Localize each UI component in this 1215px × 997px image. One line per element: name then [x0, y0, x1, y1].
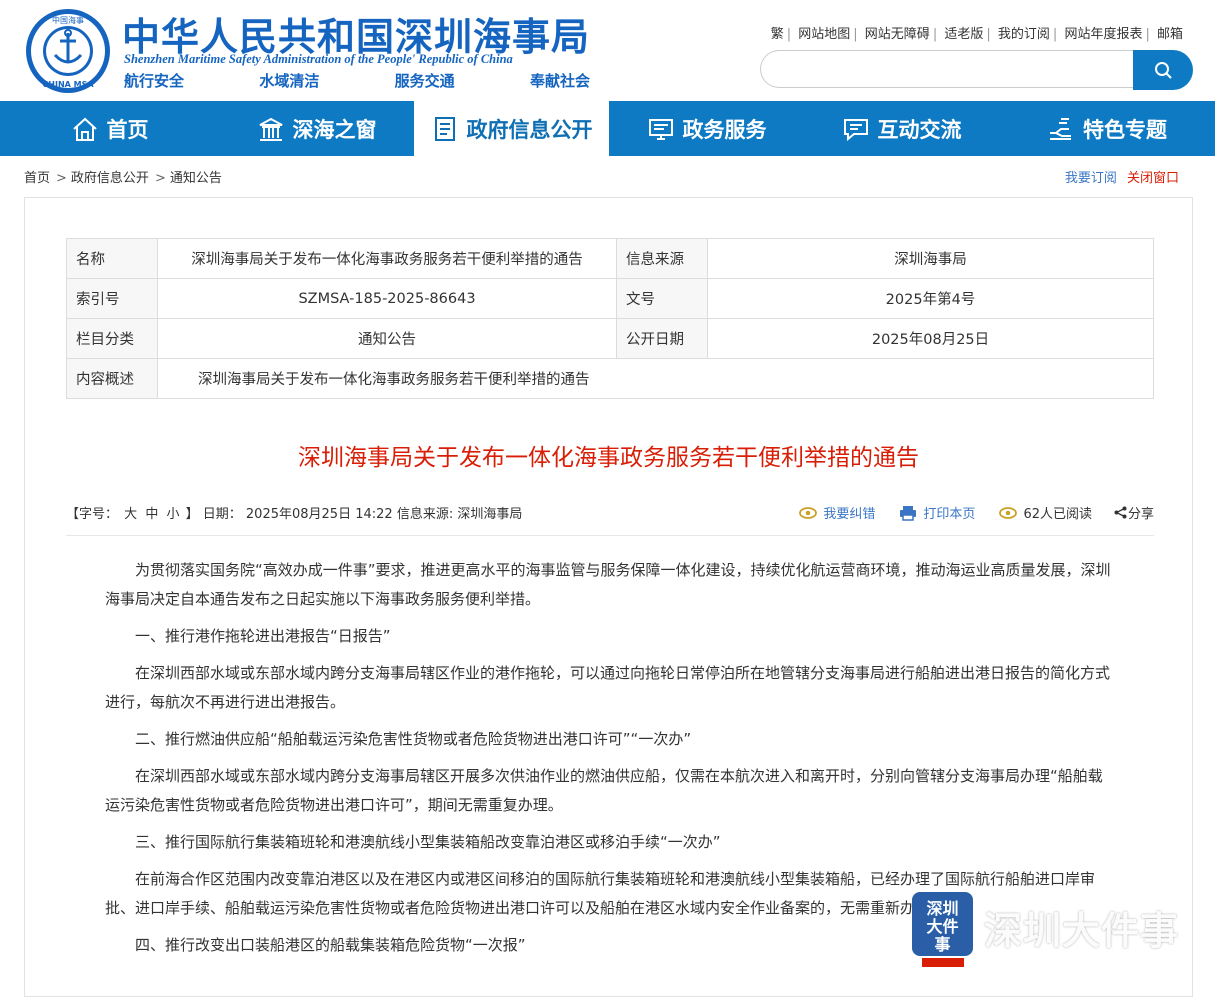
breadcrumb-notices[interactable]: 通知公告: [170, 171, 222, 186]
share-button[interactable]: 分享: [1114, 503, 1154, 522]
search-button[interactable]: [1133, 50, 1193, 90]
emblem-bottom-text: CHINA MSA: [42, 80, 94, 89]
chat-icon: [843, 118, 868, 141]
index-label: 索引号: [66, 278, 158, 319]
emblem-top-text: 中国海事: [52, 15, 84, 25]
section-heading: 二、推行燃油供应船“船舶载运污染危害性货物或者危险货物进出港口许可”“一次办”: [135, 730, 692, 748]
monitor-icon: [648, 118, 673, 140]
share-icon: [1114, 506, 1127, 519]
divider: [66, 535, 1154, 536]
font-size-label: 【字号：: [66, 507, 119, 522]
print-button[interactable]: 打印本页: [899, 503, 975, 522]
link-annual-report[interactable]: 网站年度报表: [1064, 27, 1142, 42]
summary-value: 深圳海事局关于发布一体化海事政务服务若干便利举措的通告: [157, 358, 1154, 399]
breadcrumb-gov-info[interactable]: 政府信息公开: [71, 171, 149, 186]
slogan: 航行安全: [124, 72, 185, 90]
nav-label: 政务服务: [682, 117, 767, 142]
read-count: 62人已阅读: [999, 503, 1092, 522]
font-size-medium[interactable]: 中: [145, 507, 158, 522]
search-box: [760, 50, 1193, 90]
paragraph: 为贯彻落实国务院“高效办成一件事”要求，推进更高水平的海事监管与服务保障一体化建…: [105, 561, 1111, 608]
link-sitemap[interactable]: 网站地图: [798, 27, 850, 42]
font-size-end: 】: [185, 507, 199, 522]
nav-services[interactable]: 政务服务: [609, 101, 804, 156]
date-value: 2025年08月25日: [707, 318, 1154, 359]
nav-label: 首页: [106, 117, 149, 142]
nav-label: 互动交流: [877, 117, 962, 142]
eye-icon: [799, 506, 818, 519]
slogans: 航行安全 水域清洁 服务交通 奉献社会: [124, 70, 590, 91]
nav-label: 政府信息公开: [466, 117, 593, 142]
home-icon: [72, 117, 97, 141]
nav-window[interactable]: 深海之窗: [219, 101, 414, 156]
link-mailbox[interactable]: 邮箱: [1157, 27, 1183, 42]
slogan: 奉献社会: [529, 72, 590, 90]
link-accessibility[interactable]: 网站无障碍: [865, 27, 930, 42]
breadcrumb: 首页 > 政府信息公开 > 通知公告: [24, 171, 222, 186]
breadcrumb-actions: 我要订阅 关闭窗口: [1065, 167, 1179, 186]
share-label: 分享: [1127, 507, 1154, 522]
main-nav: 首页 深海之窗 政府信息公开 政务服务 互动交流 特色专题: [0, 101, 1215, 156]
read-count-label: 62人已阅读: [1023, 507, 1092, 522]
slogan: 服务交通: [394, 72, 455, 90]
name-label: 名称: [66, 238, 158, 279]
article-source: 信息来源: 深圳海事局: [396, 507, 523, 522]
nav-label: 深海之窗: [292, 117, 377, 142]
correction-label: 我要纠错: [823, 507, 876, 522]
link-elderly[interactable]: 适老版: [944, 27, 983, 42]
nav-interaction[interactable]: 互动交流: [804, 101, 999, 156]
article-container: 名称 深圳海事局关于发布一体化海事政务服务若干便利举措的通告 信息来源 深圳海事…: [24, 197, 1193, 997]
index-value: SZMSA-185-2025-86643: [157, 278, 617, 319]
watermark-logo: 深圳大件事: [912, 892, 973, 967]
eye-icon: [999, 506, 1018, 519]
correction-button[interactable]: 我要纠错: [799, 503, 875, 522]
watermark-logo-text: 深圳大件事: [926, 899, 959, 954]
article-title: 深圳海事局关于发布一体化海事政务服务若干便利举措的通告: [298, 445, 919, 471]
slogan: 水域清洁: [259, 72, 320, 90]
metadata-table: 名称 深圳海事局关于发布一体化海事政务服务若干便利举措的通告 信息来源 深圳海事…: [66, 238, 1154, 399]
watermark: 深圳大件事 深圳大件事: [912, 890, 1202, 967]
date-label: 公开日期: [616, 318, 708, 359]
section-heading: 一、推行港作拖轮进出港报告“日报告”: [135, 627, 391, 645]
source-value: 深圳海事局: [707, 238, 1154, 279]
category-value: 通知公告: [157, 318, 617, 359]
article-info-bar: 【字号： 大 中 小 】 日期： 2025年08月25日 14:22 信息来源:…: [66, 503, 1154, 523]
print-label: 打印本页: [923, 507, 976, 522]
summary-label: 内容概述: [66, 358, 158, 399]
paragraph: 在深圳西部水域或东部水域内跨分支海事局辖区开展多次供油作业的燃油供应船，仅需在本…: [105, 767, 1103, 814]
site-header: 中国海事 CHINA MSA 中华人民共和国深圳海事局 Shenzhen Mar…: [0, 0, 1215, 101]
hand-icon: [1050, 117, 1071, 140]
nav-home[interactable]: 首页: [0, 101, 219, 156]
search-icon: [1155, 62, 1172, 79]
document-icon: [434, 116, 455, 141]
article-meta-left: 【字号： 大 中 小 】 日期： 2025年08月25日 14:22 信息来源:…: [66, 503, 522, 522]
top-links: 繁 | 网站地图 | 网站无障碍 | 适老版 | 我的订阅 | 网站年度报表 | 邮箱: [770, 27, 1183, 42]
source-label: 信息来源: [616, 238, 708, 279]
printer-icon: [900, 505, 917, 521]
link-subscription[interactable]: 我的订阅: [998, 27, 1050, 42]
docno-label: 文号: [616, 278, 708, 319]
font-size-large[interactable]: 大: [124, 507, 137, 522]
nav-label: 特色专题: [1083, 117, 1167, 142]
link-traditional[interactable]: 繁: [771, 27, 784, 42]
docno-value: 2025年第4号: [707, 278, 1154, 319]
site-subtitle: Shenzhen Maritime Safety Administration …: [124, 52, 513, 66]
font-size-small[interactable]: 小: [166, 507, 179, 522]
search-input[interactable]: [760, 50, 1135, 88]
publish-date: 日期： 2025年08月25日 14:22: [202, 507, 393, 522]
msa-emblem-icon[interactable]: 中国海事 CHINA MSA: [24, 7, 112, 95]
nav-topics[interactable]: 特色专题: [999, 101, 1215, 156]
section-heading: 三、推行国际航行集装箱班轮和港澳航线小型集装箱船改变靠泊港区或移泊手续“一次办”: [135, 833, 721, 851]
paragraph: 在深圳西部水域或东部水域内跨分支海事局辖区作业的港作拖轮，可以通过向拖轮日常停泊…: [105, 664, 1111, 711]
breadcrumb-home[interactable]: 首页: [24, 171, 50, 186]
category-label: 栏目分类: [66, 318, 158, 359]
subscribe-link[interactable]: 我要订阅: [1065, 171, 1117, 186]
close-window-link[interactable]: 关闭窗口: [1127, 171, 1179, 186]
building-icon: [259, 117, 282, 141]
article-actions: 我要纠错 打印本页 62人已阅读 分享: [775, 503, 1154, 522]
name-value: 深圳海事局关于发布一体化海事政务服务若干便利举措的通告: [157, 238, 617, 279]
nav-gov-info[interactable]: 政府信息公开: [414, 101, 609, 156]
watermark-text: 深圳大件事: [984, 909, 1180, 953]
